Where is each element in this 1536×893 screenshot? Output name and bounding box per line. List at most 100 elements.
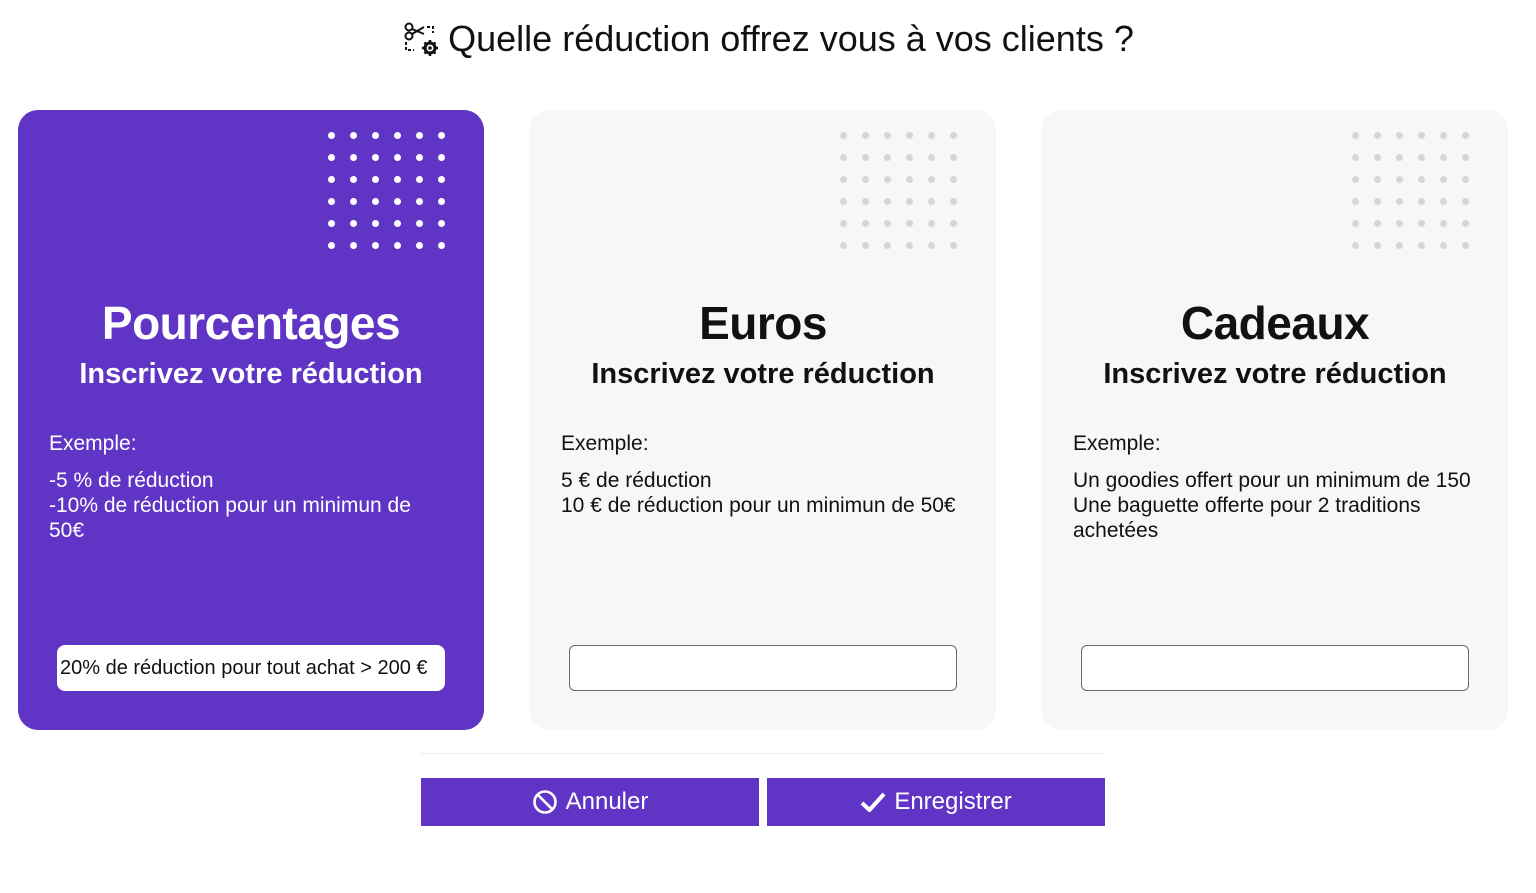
decorative-dot xyxy=(928,242,935,249)
decorative-dot xyxy=(950,198,957,205)
decorative-dot xyxy=(394,154,401,161)
decorative-dot xyxy=(928,220,935,227)
discount-card-euros[interactable]: Euros Inscrivez votre réduction Exemple:… xyxy=(530,110,996,730)
decorative-dot xyxy=(1374,242,1381,249)
save-button[interactable]: Enregistrer xyxy=(767,778,1105,826)
decorative-dot xyxy=(1374,132,1381,139)
decorative-dot xyxy=(928,132,935,139)
decorative-dot xyxy=(438,220,445,227)
decorative-dot xyxy=(906,132,913,139)
decorative-dot xyxy=(840,198,847,205)
decorative-dot xyxy=(350,220,357,227)
decorative-dot xyxy=(950,132,957,139)
decorative-dot xyxy=(394,198,401,205)
decorative-dot xyxy=(1418,176,1425,183)
decorative-dot xyxy=(1440,176,1447,183)
card-title: Cadeaux xyxy=(1180,297,1370,349)
cancel-label: Annuler xyxy=(565,788,649,815)
decorative-dot xyxy=(1396,220,1403,227)
decorative-dot xyxy=(350,154,357,161)
decorative-dot xyxy=(1396,154,1403,161)
decorative-dot xyxy=(1374,154,1381,161)
discount-input-gifts[interactable] xyxy=(1081,645,1469,691)
decorative-dot xyxy=(884,154,891,161)
decorative-dot xyxy=(862,198,869,205)
decorative-dot xyxy=(840,242,847,249)
decorative-dot xyxy=(394,176,401,183)
discount-input-euros[interactable] xyxy=(569,645,957,691)
decorative-dot xyxy=(416,154,423,161)
decorative-dot xyxy=(372,242,379,249)
ban-icon xyxy=(532,789,558,815)
decorative-dot xyxy=(416,220,423,227)
example-line: Un goodies offert pour un minimum de 150 xyxy=(1073,469,1471,492)
example-line: -5 % de réduction xyxy=(49,469,214,492)
decorative-dot xyxy=(1462,220,1469,227)
decorative-dot xyxy=(350,198,357,205)
example-text: Un goodies offert pour un minimum de 150… xyxy=(1073,468,1473,543)
decorative-dot xyxy=(1418,220,1425,227)
discount-card-gifts[interactable]: Cadeaux Inscrivez votre réduction Exempl… xyxy=(1042,110,1508,730)
decorative-dot xyxy=(862,242,869,249)
decorative-dot xyxy=(928,176,935,183)
decorative-dot xyxy=(372,132,379,139)
example-line: Une baguette offerte pour 2 traditions a… xyxy=(1073,494,1427,542)
example-line: 10 € de réduction pour un minimun de 50€ xyxy=(561,494,956,517)
decorative-dot xyxy=(1440,220,1447,227)
decorative-dot xyxy=(328,198,335,205)
decorative-dot xyxy=(840,176,847,183)
decorative-dot xyxy=(1440,242,1447,249)
decorative-dot xyxy=(1462,154,1469,161)
example-line: -10% de réduction pour un minimun de 50€ xyxy=(49,494,417,542)
decorative-dot xyxy=(1418,198,1425,205)
cancel-button[interactable]: Annuler xyxy=(421,778,759,826)
decorative-dot xyxy=(416,132,423,139)
decorative-dot xyxy=(884,176,891,183)
decorative-dot xyxy=(438,242,445,249)
decorative-dot xyxy=(350,176,357,183)
decorative-dot xyxy=(884,220,891,227)
decorative-dot xyxy=(840,154,847,161)
decorative-dot xyxy=(884,132,891,139)
scissors-cog-icon xyxy=(402,20,440,58)
decorative-dot xyxy=(906,198,913,205)
decorative-dot xyxy=(328,220,335,227)
decorative-dot xyxy=(906,220,913,227)
decorative-dots xyxy=(1352,132,1484,264)
check-icon xyxy=(860,790,886,814)
decorative-dot xyxy=(862,154,869,161)
decorative-dot xyxy=(328,132,335,139)
decorative-dot xyxy=(1352,132,1359,139)
card-subtitle: Inscrivez votre réduction xyxy=(1103,358,1447,390)
example-label: Exemple: xyxy=(561,432,649,455)
decorative-dot xyxy=(1352,220,1359,227)
decorative-dot xyxy=(1352,198,1359,205)
decorative-dot xyxy=(1374,176,1381,183)
decorative-dot xyxy=(328,154,335,161)
decorative-dot xyxy=(840,132,847,139)
decorative-dot xyxy=(906,176,913,183)
decorative-dot xyxy=(372,176,379,183)
example-line: 5 € de réduction xyxy=(561,469,712,492)
decorative-dot xyxy=(928,154,935,161)
decorative-dot xyxy=(372,220,379,227)
decorative-dot xyxy=(1418,242,1425,249)
decorative-dot xyxy=(1440,154,1447,161)
decorative-dot xyxy=(416,242,423,249)
decorative-dot xyxy=(862,176,869,183)
decorative-dot xyxy=(394,220,401,227)
decorative-dot xyxy=(1462,242,1469,249)
decorative-dot xyxy=(906,242,913,249)
page-title: Quelle réduction offrez vous à vos clien… xyxy=(0,18,1536,60)
discount-input-percentages[interactable] xyxy=(57,645,445,691)
decorative-dot xyxy=(1352,154,1359,161)
decorative-dot xyxy=(1374,220,1381,227)
card-subtitle: Inscrivez votre réduction xyxy=(79,358,423,390)
decorative-dot xyxy=(1418,154,1425,161)
decorative-dot xyxy=(372,154,379,161)
decorative-dot xyxy=(438,132,445,139)
decorative-dot xyxy=(1440,132,1447,139)
decorative-dot xyxy=(862,220,869,227)
discount-card-percentages[interactable]: Pourcentages Inscrivez votre réduction E… xyxy=(18,110,484,730)
decorative-dots xyxy=(328,132,460,264)
